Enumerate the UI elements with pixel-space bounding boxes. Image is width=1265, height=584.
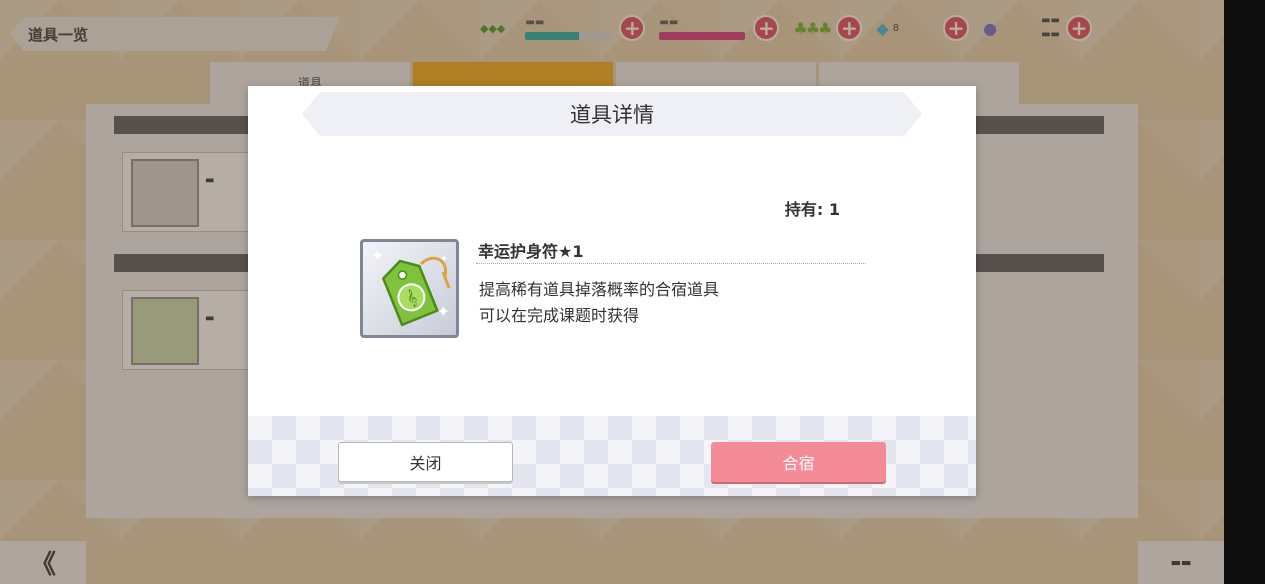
green-charm-tag-icon: ✦ ✦ ✦ 𝄞 (360, 239, 459, 338)
dialog-title: 道具详情 (570, 103, 654, 127)
owned-count: 持有: 1 (784, 200, 840, 219)
item-description: 提高稀有道具掉落概率的合宿道具 可以在完成课题时获得 (479, 277, 719, 329)
screen-edge-bar (1224, 0, 1265, 584)
close-button[interactable]: 关闭 (338, 442, 513, 482)
close-button-label: 关闭 (409, 454, 442, 473)
dialog-title-bar: 道具详情 (302, 92, 922, 136)
divider (476, 263, 866, 264)
item-name: 幸运护身符★1 (478, 242, 584, 261)
training-camp-button[interactable]: 合宿 (711, 442, 886, 482)
training-camp-button-label: 合宿 (782, 454, 815, 473)
item-detail-dialog: 道具详情 持有: 1 ✦ ✦ ✦ 𝄞 幸运护身符★1 提高稀有道具掉落概率的合宿… (248, 86, 976, 496)
item-description-line-1: 提高稀有道具掉落概率的合宿道具 (479, 280, 720, 299)
charm-tag-graphic: 𝄞 (381, 256, 451, 327)
item-description-line-2: 可以在完成课题时获得 (479, 306, 640, 325)
